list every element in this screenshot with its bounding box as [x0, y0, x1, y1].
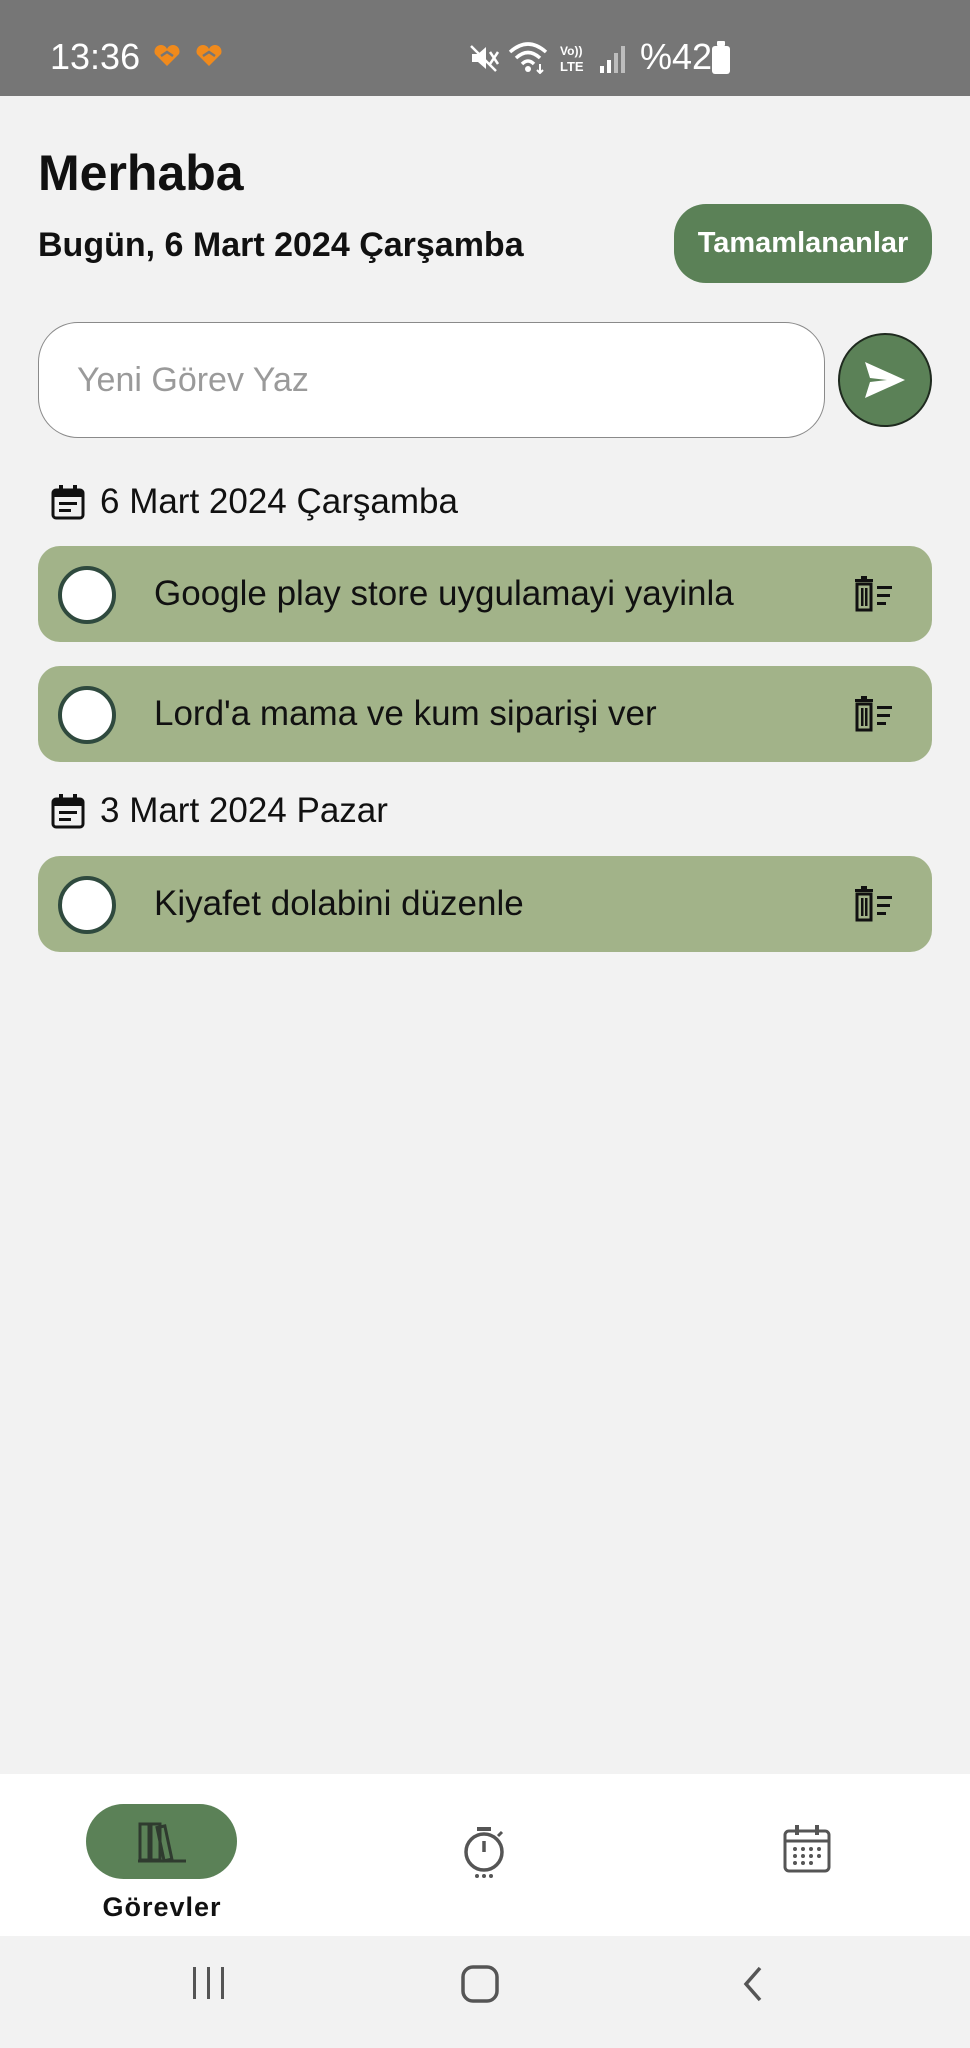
delete-task-icon[interactable]	[853, 576, 895, 612]
svg-text:Vo)): Vo))	[560, 44, 582, 58]
heart-notification-icon	[154, 45, 180, 66]
date-group-header: 6 Mart 2024 Çarşamba	[50, 482, 458, 522]
tasks-books-icon	[137, 1822, 186, 1863]
date-group-header: 3 Mart 2024 Pazar	[50, 791, 388, 831]
home-icon[interactable]	[460, 1964, 500, 2004]
task-checkbox[interactable]	[58, 686, 116, 744]
new-task-input[interactable]	[38, 322, 825, 438]
date-group-label: 6 Mart 2024 Çarşamba	[100, 482, 458, 521]
status-bar: 13:36 Vo)) LTE %42	[0, 0, 970, 96]
task-item[interactable]: Google play store uygulamayi yayinla	[38, 546, 932, 642]
nav-tab-tasks[interactable]	[86, 1804, 237, 1879]
greeting-title: Merhaba	[38, 145, 244, 201]
mute-icon	[470, 45, 500, 72]
back-icon[interactable]	[738, 1964, 768, 2004]
task-title: Kiyafet dolabini düzenle	[154, 884, 524, 923]
task-checkbox[interactable]	[58, 566, 116, 624]
calendar-icon[interactable]	[782, 1824, 832, 1874]
volte-icon: Vo)) LTE	[560, 44, 584, 74]
status-time: 13:36	[50, 36, 141, 77]
send-icon	[865, 362, 905, 398]
task-item[interactable]: Lord'a mama ve kum siparişi ver	[38, 666, 932, 762]
task-title: Google play store uygulamayi yayinla	[154, 574, 734, 613]
recent-apps-icon[interactable]	[190, 1964, 228, 2002]
task-title: Lord'a mama ve kum siparişi ver	[154, 694, 657, 733]
completed-tasks-button[interactable]: Tamamlananlar	[674, 204, 932, 283]
signal-icon	[600, 46, 625, 73]
battery-icon	[712, 41, 730, 74]
calendar-event-icon	[51, 794, 85, 829]
send-button[interactable]	[838, 333, 932, 427]
calendar-event-icon	[51, 485, 85, 520]
heart-notification-icon	[196, 45, 222, 66]
nav-tab-tasks-label[interactable]: Görevler	[80, 1892, 244, 1923]
task-item[interactable]: Kiyafet dolabini düzenle	[38, 856, 932, 952]
delete-task-icon[interactable]	[853, 886, 895, 922]
timer-icon[interactable]	[460, 1826, 508, 1880]
system-navigation-bar	[0, 1936, 970, 2048]
svg-text:LTE: LTE	[560, 59, 584, 74]
bottom-navigation: Görevler	[0, 1774, 970, 1936]
today-date: Bugün, 6 Mart 2024 Çarşamba	[38, 226, 524, 264]
date-group-label: 3 Mart 2024 Pazar	[100, 791, 388, 830]
battery-percent: %42	[640, 36, 713, 77]
delete-task-icon[interactable]	[853, 696, 895, 732]
wifi-icon	[508, 42, 548, 74]
task-checkbox[interactable]	[58, 876, 116, 934]
